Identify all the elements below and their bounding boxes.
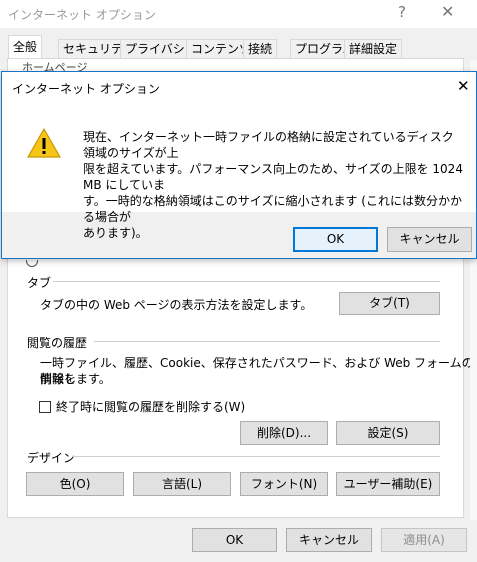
cancel-button[interactable]: キャンセル [286,528,372,552]
colors-button[interactable]: 色(O) [26,472,124,496]
apply-button[interactable]: 適用(A) [381,528,467,552]
dialog-cancel-button[interactable]: キャンセル [387,227,472,252]
help-icon[interactable]: ? [398,3,406,21]
message-dialog: インターネット オプション ✕ 現在、インターネット一時ファイルの格納に設定され… [1,71,477,259]
design-section-label: デザイン [27,451,76,465]
tabs-section-label: タブ [27,276,52,290]
delete-history-on-exit-checkbox[interactable] [39,401,51,413]
close-icon[interactable]: ✕ [441,2,454,21]
history-description-line2: 削除します。 [40,372,111,386]
tab-connections[interactable]: 接続 [243,39,278,59]
warning-icon [27,128,61,158]
dialog-titlebar: インターネット オプション ✕ [2,72,476,102]
window-titlebar: インターネット オプション ? ✕ [0,0,477,28]
history-section-label: 閲覧の履歴 [27,336,88,350]
tab-general[interactable]: 全般 [8,35,43,60]
delete-history-on-exit-label[interactable]: 終了時に閲覧の履歴を削除する(W) [56,399,245,415]
dialog-message-line: 現在、インターネット一時ファイルの格納に設定されているディスク領域のサイズが上 [83,130,454,160]
history-settings-button[interactable]: 設定(S) [336,421,440,445]
dialog-message-line: 限を超えています。パフォーマンス向上のため、サイズの上限を 1024 MB にし… [83,162,463,192]
accessibility-button[interactable]: ユーザー補助(E) [336,472,440,496]
ok-button[interactable]: OK [192,528,277,552]
dialog-title: インターネット オプション [12,82,160,96]
delete-button[interactable]: 削除(D)... [240,421,328,445]
window-title: インターネット オプション [8,8,156,22]
section-divider [94,341,440,342]
tabs-button[interactable]: タブ(T) [339,292,440,315]
section-divider [73,456,440,457]
close-icon[interactable]: ✕ [457,77,470,95]
tab-advanced[interactable]: 詳細設定 [344,39,403,59]
dialog-ok-button[interactable]: OK [293,227,378,252]
tabs-description: タブの中の Web ページの表示方法を設定します。 [40,298,313,312]
fonts-button[interactable]: フォント(N) [240,472,328,496]
languages-button[interactable]: 言語(L) [133,472,231,496]
dialog-message: 現在、インターネット一時ファイルの格納に設定されているディスク領域のサイズが上 … [83,129,463,241]
dialog-message-line: す。一時的な格納領域はこのサイズに縮小されます (これには数分かかる場合が [83,194,462,224]
section-divider [53,281,440,282]
